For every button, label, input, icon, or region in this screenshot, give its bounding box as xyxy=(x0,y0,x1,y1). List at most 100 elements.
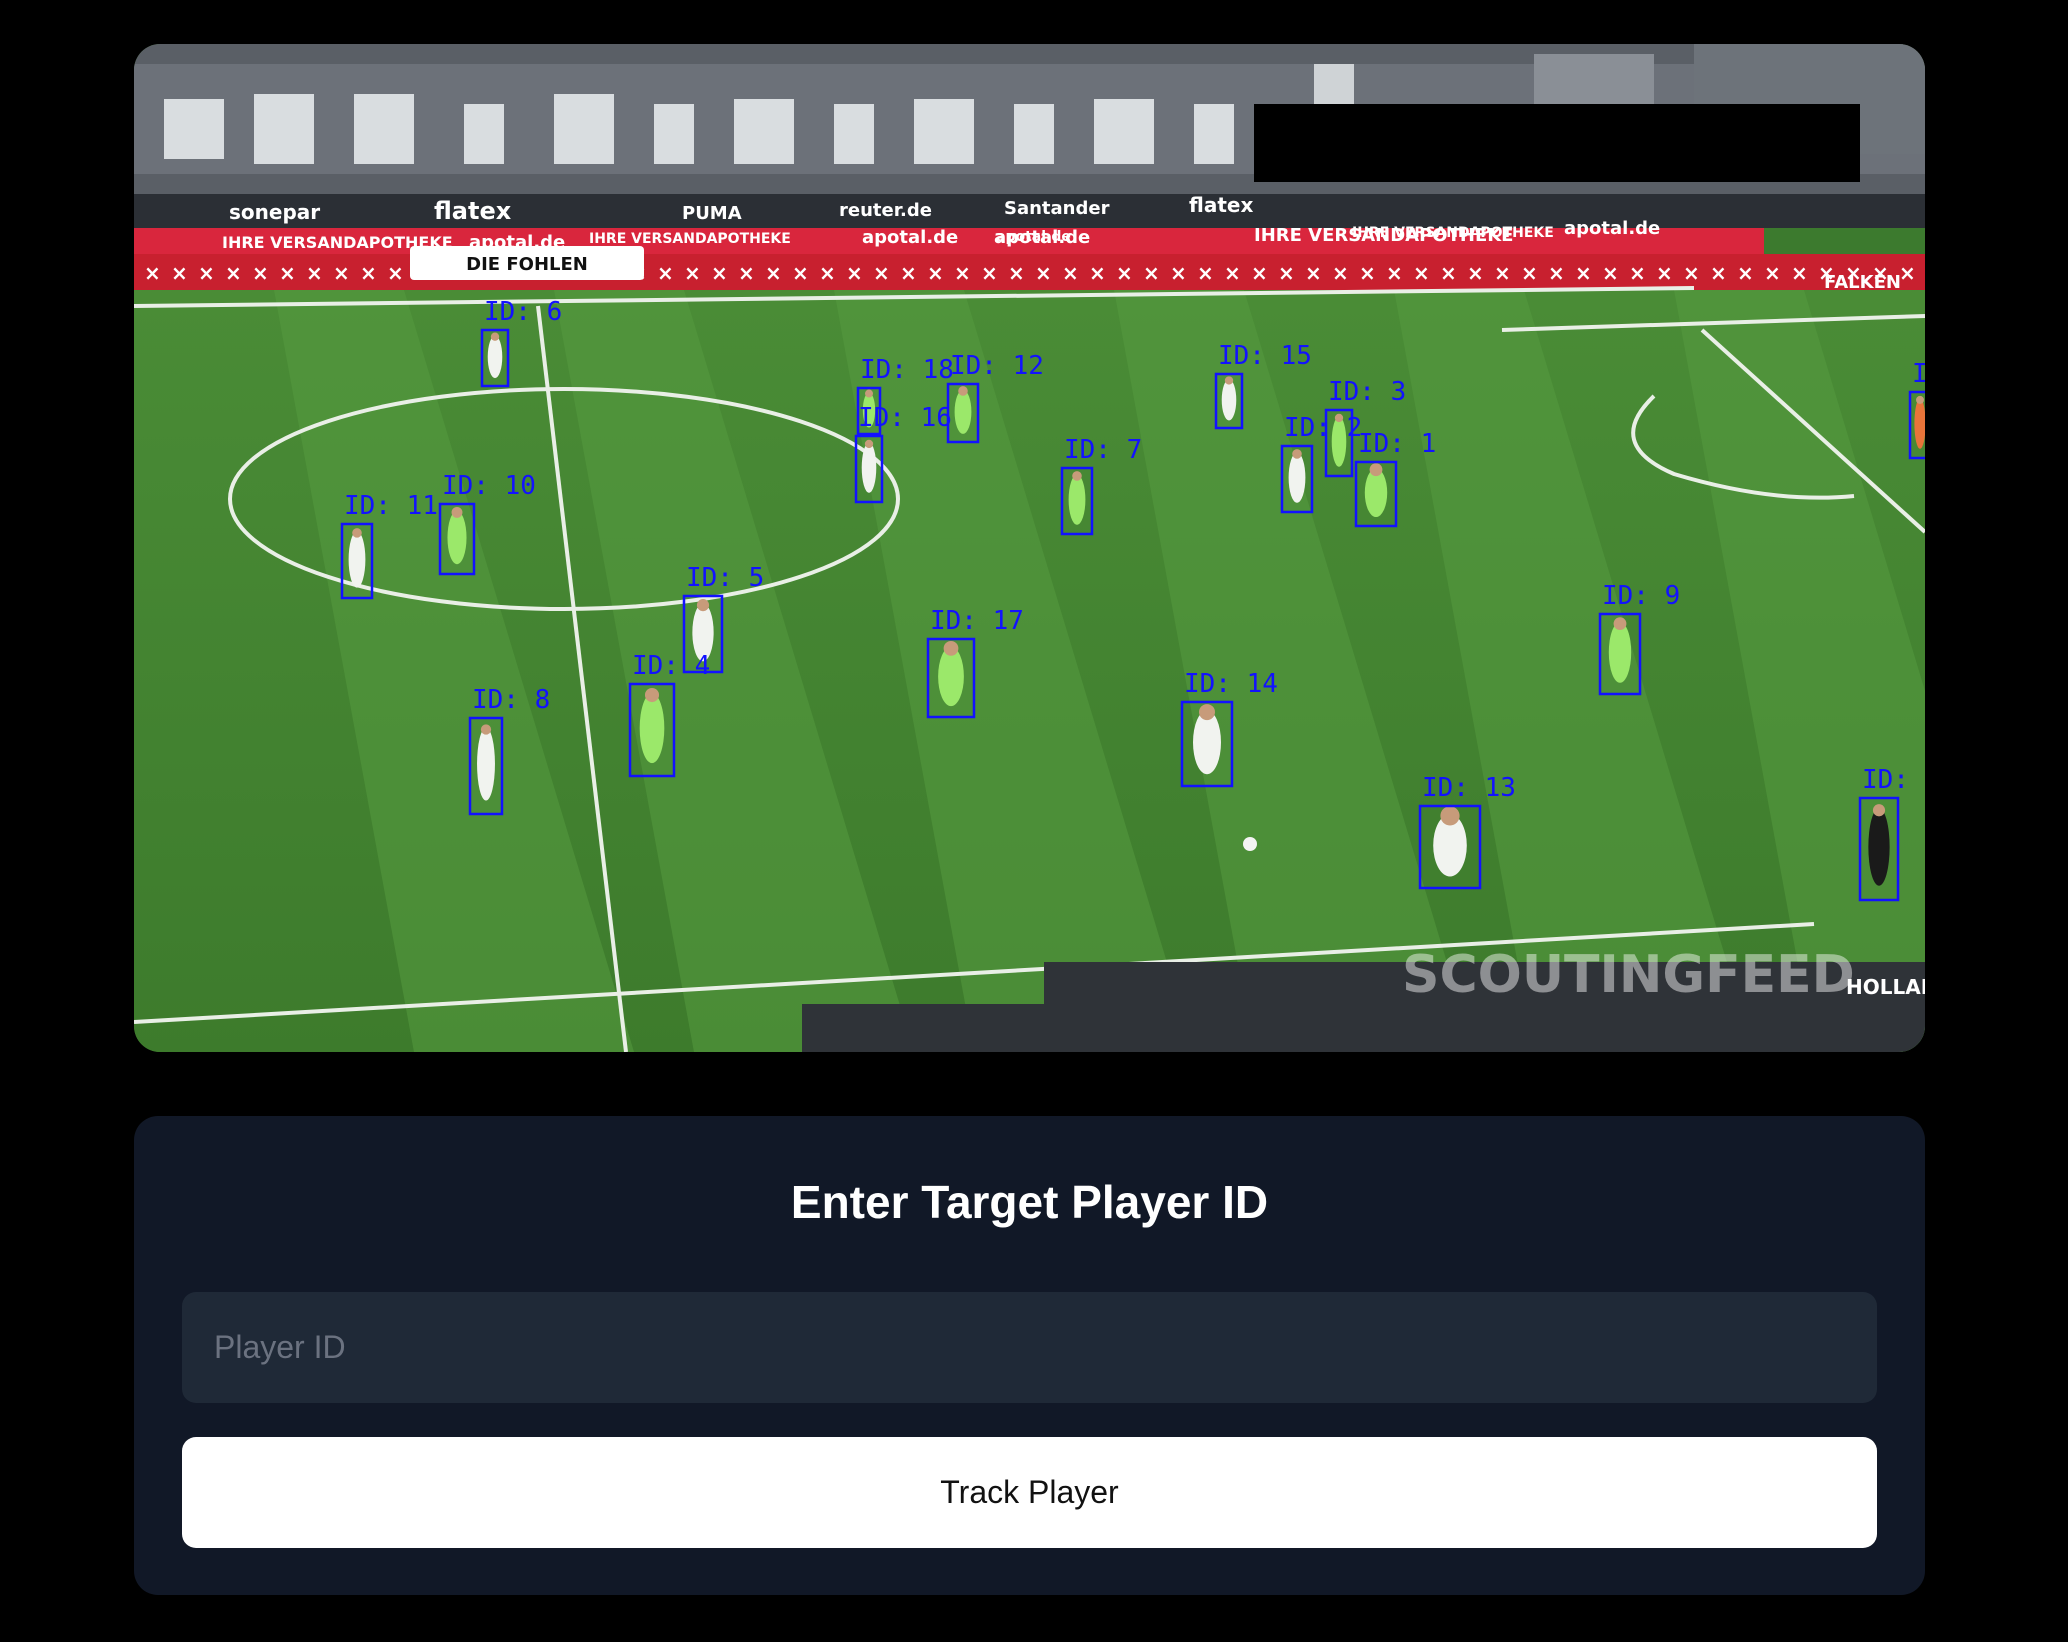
ad-board-text: apotal.de xyxy=(1564,218,1660,239)
x-pattern-mark: × xyxy=(1251,261,1268,285)
detection-label: ID xyxy=(1912,359,1925,389)
x-pattern-mark: × xyxy=(900,261,917,285)
x-pattern-mark: × xyxy=(360,261,377,285)
detection-label: ID: 8 xyxy=(472,685,550,715)
player-figure xyxy=(1868,808,1890,886)
x-pattern-mark: × xyxy=(1467,261,1484,285)
detection-label: ID: 2 xyxy=(1284,413,1362,443)
player-head xyxy=(480,724,492,735)
ad-board-text: apotal.de xyxy=(996,229,1071,245)
x-pattern-mark: × xyxy=(1656,261,1673,285)
target-form: Enter Target Player ID Track Player xyxy=(134,1116,1925,1595)
track-player-button[interactable]: Track Player xyxy=(182,1437,1877,1548)
x-pattern-mark: × xyxy=(1521,261,1538,285)
x-pattern-mark: × xyxy=(387,261,404,285)
x-pattern-mark: × xyxy=(819,261,836,285)
detection-label: ID: 10 xyxy=(442,471,536,501)
player-figure xyxy=(348,531,366,588)
x-pattern-mark: × xyxy=(144,261,161,285)
player-head xyxy=(1369,463,1383,477)
redaction-box xyxy=(1254,104,1860,182)
tracking-video: sonepar flatex PUMA reuter.de Santander flate… xyxy=(134,44,1925,1052)
detection-label: ID: 12 xyxy=(950,351,1044,381)
ball xyxy=(1243,837,1257,851)
ad-board-text: sonepar xyxy=(229,200,320,224)
x-pattern-mark: × xyxy=(1170,261,1187,285)
player-head xyxy=(644,688,660,703)
video-frame: sonepar flatex PUMA reuter.de Santander flate… xyxy=(134,44,1925,1052)
player-id-input[interactable] xyxy=(182,1292,1877,1403)
ad-board-text: reuter.de xyxy=(839,200,932,221)
detection-label: ID: 14 xyxy=(1184,669,1278,699)
detection-label: ID: 3 xyxy=(1328,377,1406,407)
ad-board-text: apotal.de xyxy=(862,227,958,248)
detection-label: ID: 11 xyxy=(344,491,438,521)
x-pattern-mark: × xyxy=(1332,261,1349,285)
player-head xyxy=(1872,804,1886,817)
x-pattern-mark: × xyxy=(1548,261,1565,285)
bench xyxy=(802,1004,1084,1052)
x-pattern-mark: × xyxy=(225,261,242,285)
x-pattern-mark: × xyxy=(1764,261,1781,285)
x-pattern-mark: × xyxy=(1386,261,1403,285)
x-pattern-mark: × xyxy=(1602,261,1619,285)
player-head xyxy=(1072,471,1082,481)
x-pattern-mark: × xyxy=(279,261,296,285)
ad-board-text: IHRE VERSANDAPOTHEKE xyxy=(1352,225,1554,241)
x-pattern-mark: × xyxy=(1710,261,1727,285)
watermark: SCOUTINGFEED xyxy=(1402,945,1855,1005)
player-head xyxy=(1292,449,1302,459)
x-pattern-mark: × xyxy=(1035,261,1052,285)
detection-label: ID: 2 xyxy=(1862,765,1925,795)
x-pattern-mark: × xyxy=(765,261,782,285)
detection-label: ID: 4 xyxy=(632,651,710,681)
detection-label: ID: 18 xyxy=(860,355,954,385)
x-pattern-mark: × xyxy=(1278,261,1295,285)
detection-label: ID: 7 xyxy=(1064,435,1142,465)
falken-board: FALKEN xyxy=(1824,272,1901,293)
x-pattern-mark: × xyxy=(252,261,269,285)
x-pattern-mark: × xyxy=(1737,261,1754,285)
x-pattern-mark: × xyxy=(306,261,323,285)
player-head xyxy=(1199,704,1215,721)
x-pattern-mark: × xyxy=(1359,261,1376,285)
detection-label: ID: 16 xyxy=(858,403,952,433)
fohlen-banner-text: DIE FOHLEN xyxy=(466,254,588,275)
x-pattern-mark: × xyxy=(684,261,701,285)
player-figure xyxy=(1068,474,1086,525)
player-head xyxy=(1613,617,1627,630)
player-head xyxy=(352,528,362,538)
form-title: Enter Target Player ID xyxy=(790,1176,1269,1228)
player-head xyxy=(958,386,968,396)
x-pattern-mark: × xyxy=(1089,261,1106,285)
detection-label: ID: 6 xyxy=(484,297,562,327)
x-pattern-mark: × xyxy=(1494,261,1511,285)
player-head xyxy=(1916,395,1924,404)
player-head xyxy=(943,641,959,656)
player-head xyxy=(865,389,873,398)
player-head xyxy=(1440,806,1460,826)
ad-board-text: flatex xyxy=(1189,193,1253,217)
x-pattern-mark: × xyxy=(927,261,944,285)
player-head xyxy=(451,506,463,518)
x-pattern-mark: × xyxy=(1440,261,1457,285)
x-pattern-mark: × xyxy=(1791,261,1808,285)
x-pattern-mark: × xyxy=(1305,261,1322,285)
detection-label: ID: 17 xyxy=(930,606,1024,636)
x-pattern-mark: × xyxy=(657,261,674,285)
player-head xyxy=(696,599,710,612)
player-figure xyxy=(639,693,665,764)
x-pattern-mark: × xyxy=(738,261,755,285)
x-pattern-mark: × xyxy=(198,261,215,285)
player-figure xyxy=(954,389,972,434)
x-pattern-mark: × xyxy=(873,261,890,285)
detection-label: ID: 5 xyxy=(686,563,764,593)
ad-board-text: PUMA xyxy=(682,203,742,224)
x-pattern-mark: × xyxy=(1413,261,1430,285)
x-pattern-mark: × xyxy=(1062,261,1079,285)
x-pattern-mark: × xyxy=(1143,261,1160,285)
x-pattern-mark: × xyxy=(954,261,971,285)
x-pattern-mark: × xyxy=(1224,261,1241,285)
detection-label: ID: 13 xyxy=(1422,773,1516,803)
x-pattern-mark: × xyxy=(1683,261,1700,285)
